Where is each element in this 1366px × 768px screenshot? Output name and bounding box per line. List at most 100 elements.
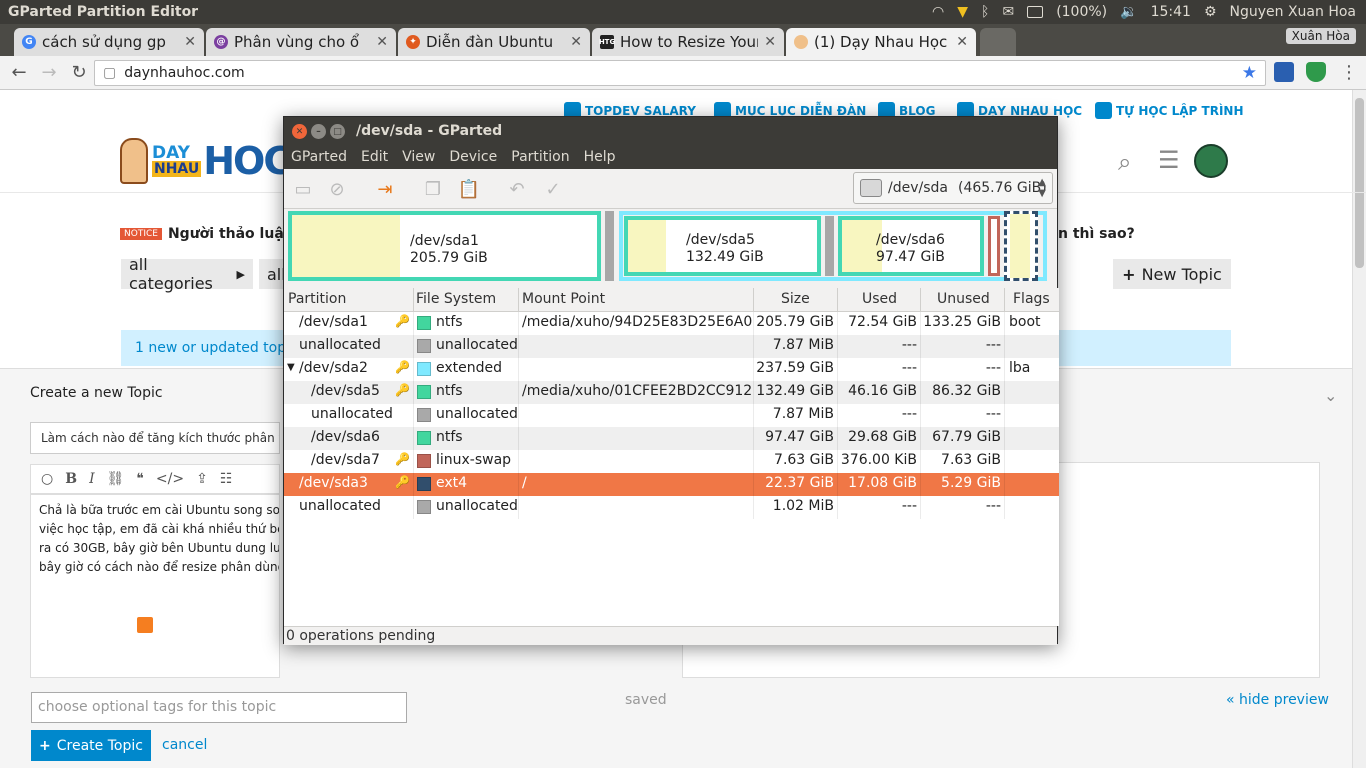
scrollbar-thumb[interactable]: [1355, 98, 1364, 268]
table-row[interactable]: unallocated unallocated 1.02 MiB --- ---: [284, 496, 1059, 519]
close-tab-icon[interactable]: ✕: [376, 34, 388, 50]
browser-tab[interactable]: HTG How to Resize Your ✕: [592, 28, 784, 56]
table-row[interactable]: /dev/sda6 ntfs 97.47 GiB 29.68 GiB 67.79 GiB: [284, 427, 1059, 450]
col-flags[interactable]: Flags: [1013, 291, 1050, 307]
user-avatar[interactable]: [1194, 144, 1228, 178]
close-window-icon[interactable]: ✕: [292, 124, 307, 139]
forward-icon[interactable]: →: [34, 62, 64, 83]
apply-icon[interactable]: ✓: [542, 178, 564, 200]
new-topic-button[interactable]: + New Topic: [1113, 259, 1231, 289]
topic-title-input[interactable]: Làm cách nào để tăng kích thước phân vùn…: [30, 422, 280, 454]
menu-edit[interactable]: Edit: [354, 149, 395, 165]
col-size[interactable]: Size: [781, 291, 810, 307]
resize-move-icon[interactable]: ⇥: [374, 178, 396, 200]
clock[interactable]: 15:41: [1151, 4, 1191, 20]
url-input[interactable]: ▢ daynhauhoc.com ★: [94, 60, 1266, 86]
wifi-icon[interactable]: ◠: [932, 4, 944, 20]
col-partition[interactable]: Partition: [288, 291, 346, 307]
menu-device[interactable]: Device: [442, 149, 504, 165]
map-unallocated[interactable]: [605, 211, 614, 281]
device-selector[interactable]: /dev/sda (465.76 GiB) ▲ ▼: [853, 172, 1053, 204]
bullet-list-icon[interactable]: ☷: [220, 471, 233, 487]
tags-input[interactable]: choose optional tags for this topic: [31, 692, 407, 723]
menu-view[interactable]: View: [395, 149, 442, 165]
minimize-window-icon[interactable]: –: [311, 124, 326, 139]
chevron-down-icon[interactable]: ⌄: [1324, 386, 1337, 405]
table-row[interactable]: /dev/sda3 🔑 ext4 / 22.37 GiB 17.08 GiB 5.29 Gi…: [284, 473, 1059, 496]
blockquote-icon[interactable]: ❝: [136, 471, 144, 487]
category-dropdown[interactable]: all categories ▶: [121, 255, 253, 293]
table-row[interactable]: /dev/sda5 🔑 ntfs/media/xuho/01CFEE2BD2CC91…: [284, 381, 1059, 404]
browser-tab[interactable]: G cách sử dụng gp ✕: [14, 28, 204, 56]
flags: boot: [1009, 314, 1041, 330]
search-icon[interactable]: ⌕: [1118, 148, 1131, 176]
composer-editor[interactable]: Chả là bữa trước em cài Ubuntu song song…: [30, 494, 280, 678]
notice-text-tail[interactable]: n thì sao?: [1058, 226, 1135, 242]
nav-link-facebook-thlt[interactable]: TỰ HỌC LẬP TRÌNH: [1095, 102, 1244, 119]
network-icon[interactable]: ▼: [957, 4, 968, 20]
expander-icon[interactable]: ▼: [287, 362, 295, 373]
undo-icon[interactable]: ↶: [506, 178, 528, 200]
close-tab-icon[interactable]: ✕: [570, 34, 582, 50]
code-icon[interactable]: </>: [156, 471, 184, 487]
new-tab-button[interactable]: [980, 28, 1016, 56]
user-name[interactable]: Nguyen Xuan Hoa: [1230, 4, 1357, 20]
col-unused[interactable]: Unused: [937, 291, 990, 307]
map-partition-sda6[interactable]: /dev/sda6 97.47 GiB: [838, 216, 984, 276]
map-partition-sda3[interactable]: [1004, 211, 1038, 281]
italic-icon[interactable]: I: [89, 471, 95, 487]
col-used[interactable]: Used: [862, 291, 897, 307]
adblock-shield-icon[interactable]: [1306, 62, 1326, 82]
back-icon[interactable]: ←: [4, 62, 34, 83]
settings-icon[interactable]: ⚙: [1204, 4, 1217, 20]
browser-tab-active[interactable]: (1) Dạy Nhau Học ✕: [786, 28, 976, 56]
table-row[interactable]: unallocated unallocated 7.87 MiB --- ---: [284, 404, 1059, 427]
mail-icon[interactable]: ✉: [1002, 4, 1014, 20]
hamburger-menu-icon[interactable]: ☰: [1158, 146, 1180, 174]
menu-gparted[interactable]: GParted: [284, 149, 354, 165]
browser-tab[interactable]: ✦ Diễn đàn Ubuntu ✕: [398, 28, 590, 56]
reload-icon[interactable]: ↻: [64, 62, 94, 83]
table-row[interactable]: /dev/sda7 🔑 linux-swap 7.63 GiB 376.00 KiB 7.…: [284, 450, 1059, 473]
bluetooth-icon[interactable]: ᛒ: [981, 4, 989, 20]
map-partition-sda7[interactable]: [988, 216, 1000, 276]
col-mountpoint[interactable]: Mount Point: [522, 291, 605, 307]
menu-dots-icon[interactable]: ⋮: [1340, 62, 1358, 83]
upload-icon[interactable]: ⇪: [196, 471, 208, 487]
create-topic-button[interactable]: + Create Topic: [31, 730, 151, 761]
close-tab-icon[interactable]: ✕: [956, 34, 968, 50]
gparted-titlebar[interactable]: ✕ – □ /dev/sda - GParted: [284, 117, 1057, 145]
link-icon[interactable]: ⛓: [107, 471, 125, 487]
table-row[interactable]: unallocated unallocated 7.87 MiB --- ---: [284, 335, 1059, 358]
paste-icon[interactable]: 📋: [458, 178, 480, 200]
new-partition-icon[interactable]: ▭: [292, 178, 314, 200]
cancel-link[interactable]: cancel: [162, 737, 207, 753]
profile-badge[interactable]: Xuân Hòa: [1285, 28, 1356, 44]
map-unallocated[interactable]: [825, 216, 834, 276]
map-extended-sda2[interactable]: /dev/sda5 132.49 GiB /dev/sda6 97.47 GiB: [619, 211, 1047, 281]
bold-icon[interactable]: B: [65, 471, 77, 487]
map-partition-sda1[interactable]: /dev/sda1 205.79 GiB: [288, 211, 601, 281]
battery-icon[interactable]: [1027, 6, 1044, 18]
site-logo[interactable]: DAY NHAU HOC: [120, 136, 291, 186]
quote-bubble-icon[interactable]: ○: [41, 471, 53, 487]
copy-icon[interactable]: ❐: [422, 178, 444, 200]
close-tab-icon[interactable]: ✕: [184, 34, 196, 50]
battery-percent[interactable]: (100%): [1056, 4, 1107, 20]
emoji-icon[interactable]: [137, 617, 153, 633]
volume-icon[interactable]: 🔉: [1120, 4, 1137, 20]
notice-banner[interactable]: NOTICE Người thảo luận: [120, 226, 294, 242]
delete-partition-icon[interactable]: ⊘: [326, 178, 348, 200]
menu-partition[interactable]: Partition: [504, 149, 576, 165]
table-row[interactable]: ▼ /dev/sda2 🔑 extended 237.59 GiB --- --- lba: [284, 358, 1059, 381]
browser-tab[interactable]: @ Phân vùng cho ổ ✕: [206, 28, 396, 56]
menu-help[interactable]: Help: [577, 149, 623, 165]
hide-preview-link[interactable]: « hide preview: [1226, 692, 1329, 708]
bookmark-star-icon[interactable]: ★: [1242, 63, 1257, 83]
extension-icon[interactable]: [1274, 62, 1294, 82]
map-partition-sda5[interactable]: /dev/sda5 132.49 GiB: [624, 216, 821, 276]
close-tab-icon[interactable]: ✕: [764, 34, 776, 50]
maximize-window-icon[interactable]: □: [330, 124, 345, 139]
col-filesystem[interactable]: File System: [416, 291, 496, 307]
table-row[interactable]: /dev/sda1 🔑 ntfs/media/xuho/94D25E83D25E6A…: [284, 312, 1059, 335]
